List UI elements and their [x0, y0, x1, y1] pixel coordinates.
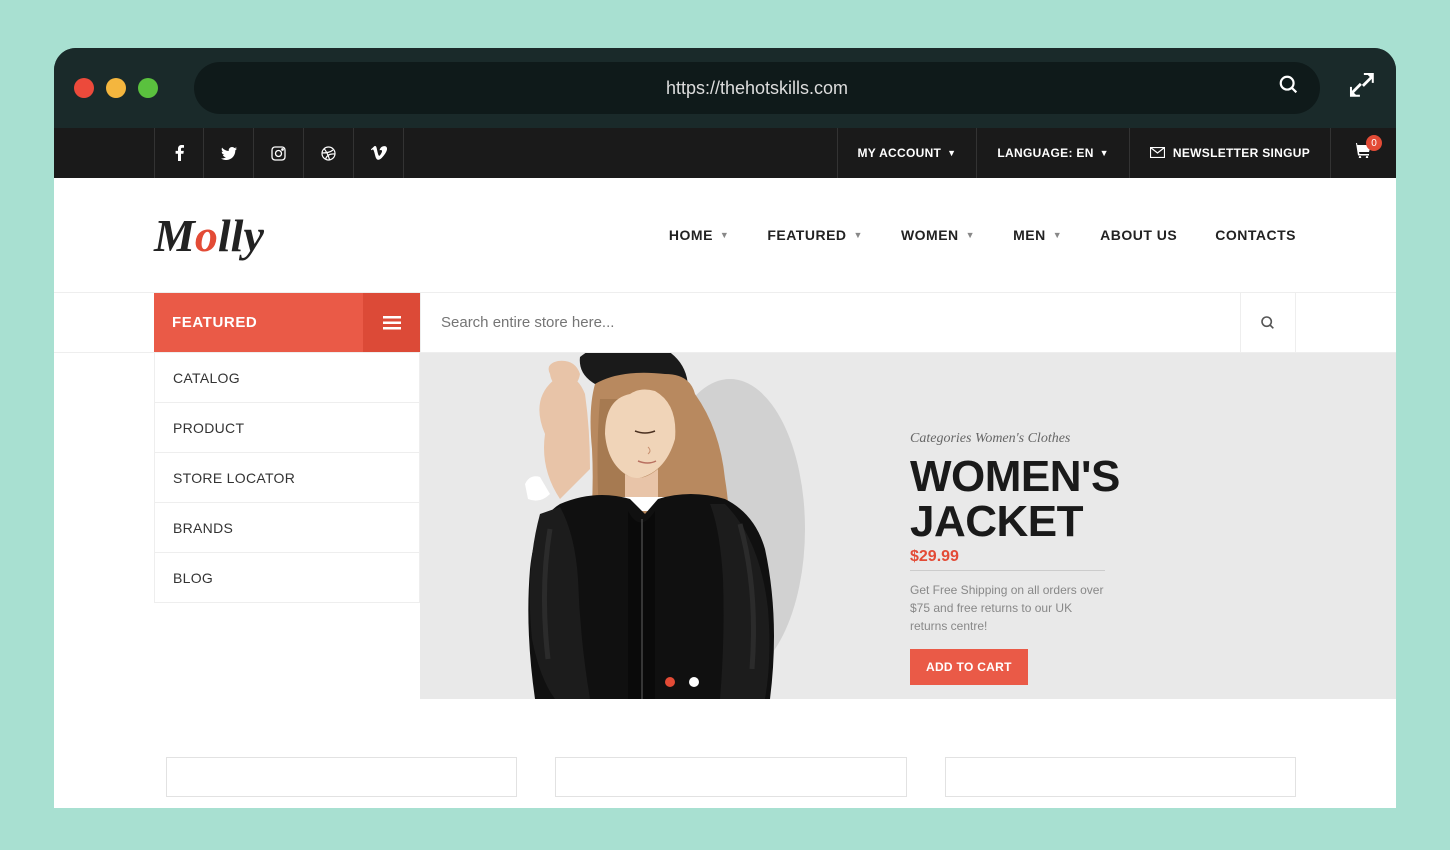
chevron-down-icon: ▼: [947, 148, 956, 158]
topbar-right: MY ACCOUNT ▼ LANGUAGE: EN ▼ NEWSLETTER S…: [837, 128, 1397, 178]
nav-contacts[interactable]: CONTACTS: [1215, 227, 1296, 243]
hamburger-icon[interactable]: [363, 293, 420, 352]
my-account-link[interactable]: MY ACCOUNT ▼: [837, 128, 977, 178]
chevron-down-icon: ▼: [1053, 230, 1062, 240]
url-text: https://thehotskills.com: [666, 78, 848, 99]
main-nav: HOME▼ FEATURED▼ WOMEN▼ MEN▼ ABOUT US CON…: [669, 227, 1296, 243]
slide-dot-1[interactable]: [665, 677, 675, 687]
category-sidebar: CATALOG PRODUCT STORE LOCATOR BRANDS BLO…: [154, 353, 420, 699]
minimize-window-button[interactable]: [106, 78, 126, 98]
my-account-label: MY ACCOUNT: [858, 146, 942, 160]
hero-price: $29.99: [910, 548, 959, 565]
hero-image: [420, 353, 870, 699]
dribbble-icon[interactable]: [304, 128, 354, 178]
twitter-icon[interactable]: [204, 128, 254, 178]
slide-dot-2[interactable]: [689, 677, 699, 687]
product-card[interactable]: [555, 757, 906, 797]
slide-indicators: [665, 677, 699, 687]
envelope-icon: [1150, 145, 1165, 161]
hero-section: CATALOG PRODUCT STORE LOCATOR BRANDS BLO…: [54, 353, 1396, 699]
language-label: LANGUAGE: EN: [997, 146, 1093, 160]
cart-button[interactable]: 0: [1330, 128, 1396, 178]
search-input[interactable]: [420, 293, 1240, 352]
site-content: MY ACCOUNT ▼ LANGUAGE: EN ▼ NEWSLETTER S…: [54, 128, 1396, 808]
hero-text: Categories Women's Clothes WOMEN'S JACKE…: [870, 353, 1396, 699]
product-card[interactable]: [166, 757, 517, 797]
traffic-lights: [74, 78, 158, 98]
topbar: MY ACCOUNT ▼ LANGUAGE: EN ▼ NEWSLETTER S…: [54, 128, 1396, 178]
nav-women[interactable]: WOMEN▼: [901, 227, 975, 243]
cart-count-badge: 0: [1366, 135, 1382, 151]
maximize-window-button[interactable]: [138, 78, 158, 98]
browser-window: https://thehotskills.com: [54, 48, 1396, 808]
add-to-cart-button[interactable]: ADD TO CART: [910, 649, 1028, 685]
featured-tab-label: FEATURED: [172, 314, 257, 331]
newsletter-link[interactable]: NEWSLETTER SINGUP: [1129, 128, 1330, 178]
close-window-button[interactable]: [74, 78, 94, 98]
chevron-down-icon: ▼: [854, 230, 863, 240]
fullscreen-icon[interactable]: [1348, 71, 1376, 106]
model-photo: [440, 353, 850, 699]
nav-home[interactable]: HOME▼: [669, 227, 729, 243]
social-icons: [154, 128, 404, 178]
chevron-down-icon: ▼: [966, 230, 975, 240]
sidebar-item-brands[interactable]: BRANDS: [154, 503, 420, 553]
language-selector[interactable]: LANGUAGE: EN ▼: [976, 128, 1129, 178]
search-icon[interactable]: [1278, 74, 1300, 102]
nav-featured[interactable]: FEATURED▼: [767, 227, 863, 243]
vimeo-icon[interactable]: [354, 128, 404, 178]
logo[interactable]: Molly: [154, 209, 264, 262]
hero-slide: Categories Women's Clothes WOMEN'S JACKE…: [420, 353, 1396, 699]
instagram-icon[interactable]: [254, 128, 304, 178]
nav-men[interactable]: MEN▼: [1013, 227, 1062, 243]
main-header: Molly HOME▼ FEATURED▼ WOMEN▼ MEN▼ ABOUT …: [54, 178, 1396, 293]
hero-description: Get Free Shipping on all orders over $75…: [910, 581, 1110, 635]
product-card[interactable]: [945, 757, 1296, 797]
sidebar-item-product[interactable]: PRODUCT: [154, 403, 420, 453]
search-button[interactable]: [1240, 293, 1296, 352]
facebook-icon[interactable]: [154, 128, 204, 178]
hero-title: WOMEN'S JACKET: [910, 455, 1356, 545]
browser-chrome: https://thehotskills.com: [54, 48, 1396, 128]
category-search-row: FEATURED: [54, 293, 1396, 353]
hero-category: Categories Women's Clothes: [910, 431, 1356, 447]
newsletter-label: NEWSLETTER SINGUP: [1173, 146, 1310, 160]
chevron-down-icon: ▼: [1100, 148, 1109, 158]
url-bar[interactable]: https://thehotskills.com: [194, 62, 1320, 114]
sidebar-item-blog[interactable]: BLOG: [154, 553, 420, 603]
sidebar-item-catalog[interactable]: CATALOG: [154, 353, 420, 403]
sidebar-item-store-locator[interactable]: STORE LOCATOR: [154, 453, 420, 503]
chevron-down-icon: ▼: [720, 230, 729, 240]
nav-about[interactable]: ABOUT US: [1100, 227, 1177, 243]
product-grid: [54, 699, 1396, 797]
featured-tab[interactable]: FEATURED: [154, 293, 420, 352]
